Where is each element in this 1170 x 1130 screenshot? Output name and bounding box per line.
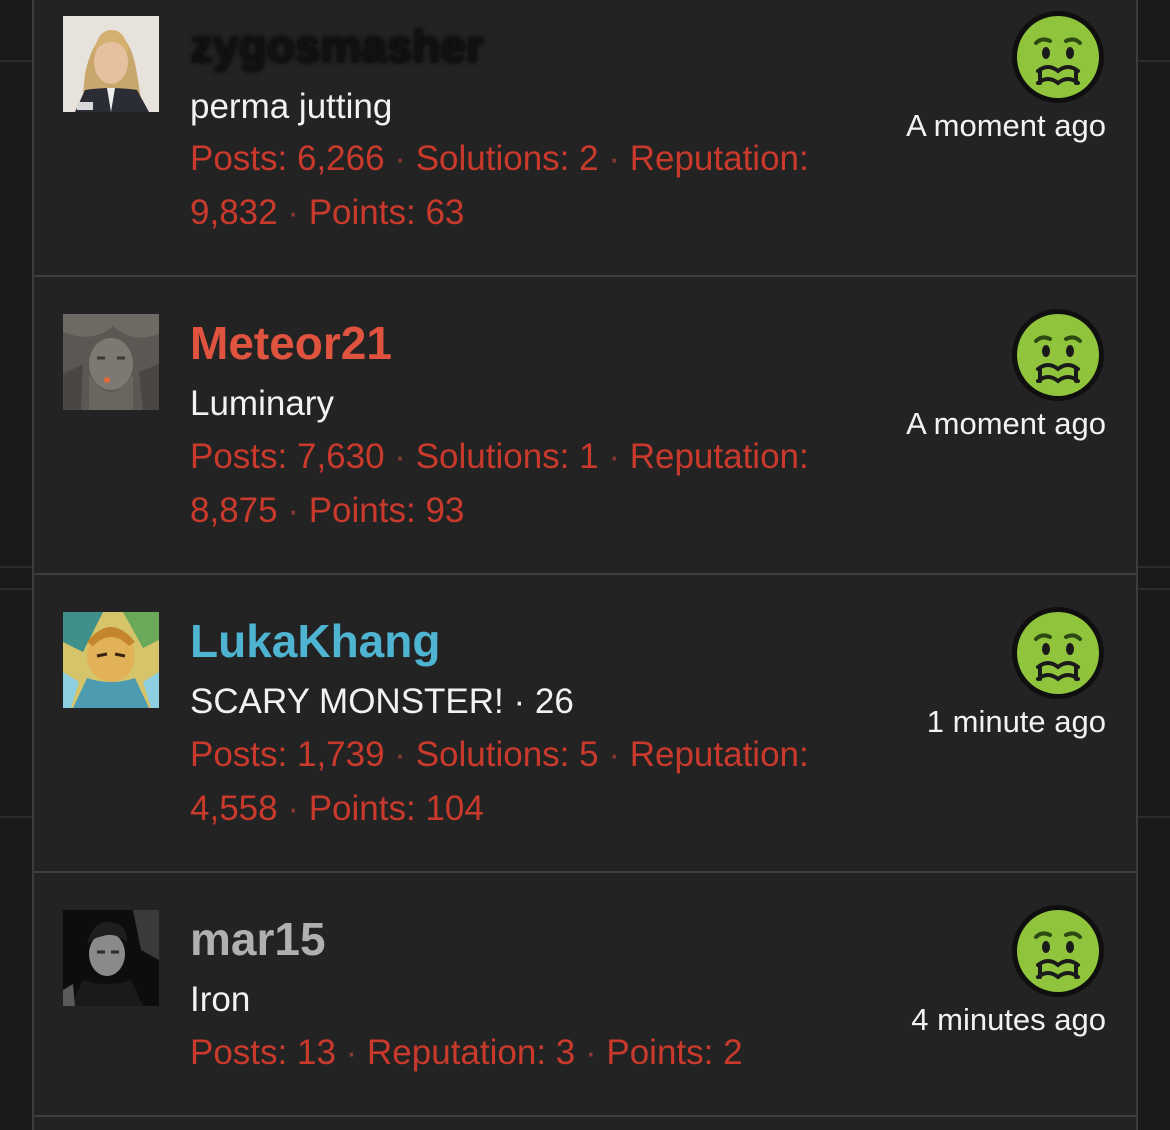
username[interactable]: mar15 (190, 913, 326, 965)
background-divider (0, 588, 32, 590)
stat-label: Posts: (190, 139, 297, 178)
stat-label: Solutions: (415, 437, 580, 476)
username[interactable]: zygosmasher (190, 20, 484, 72)
separator: · (335, 1033, 368, 1072)
separator: · (598, 735, 630, 774)
avatar[interactable] (63, 16, 159, 112)
timestamp: A moment ago (906, 108, 1106, 143)
list-item[interactable]: Meteor21 Luminary Posts: 7,630 · Solutio… (34, 275, 1136, 575)
stats-line-1: Posts: 7,630 · Solutions: 1 · Reputation… (190, 430, 890, 484)
stat-value: 3 (555, 1033, 576, 1072)
stat-value: 2 (723, 1033, 743, 1072)
page: zygosmasher perma jutting Posts: 6,266 ·… (0, 0, 1170, 1130)
stat-value: 4,558 (190, 789, 278, 828)
stat-value: 9,832 (190, 193, 278, 232)
stat-label: Points: (308, 193, 426, 232)
user-rank: Iron (190, 980, 251, 1019)
background-divider (1138, 60, 1170, 62)
stat-label: Points: (308, 491, 426, 530)
stat-label: Reputation: (367, 1033, 556, 1072)
timestamp: 1 minute ago (926, 704, 1106, 739)
stats-line-2: 8,875 · Points: 93 (190, 484, 890, 538)
stat-label: Points: (308, 789, 426, 828)
nauseated-face-icon (1010, 9, 1106, 105)
avatar[interactable] (63, 612, 159, 708)
separator: · (277, 491, 309, 530)
avatar[interactable] (63, 314, 159, 410)
separator: · (598, 437, 630, 476)
stat-value: 5 (579, 735, 599, 774)
user-stats: Posts: 7,630 · Solutions: 1 · Reputation… (190, 430, 890, 538)
timestamp: 4 minutes ago (911, 1002, 1106, 1037)
stats-line-1: Posts: 1,739 · Solutions: 5 · Reputation… (190, 728, 890, 782)
user-rank: Luminary (190, 384, 334, 423)
stat-label: Posts: (190, 437, 297, 476)
separator: · (384, 735, 416, 774)
separator: · (598, 139, 630, 178)
separator: · (277, 193, 309, 232)
username[interactable]: Meteor21 (190, 317, 392, 369)
stat-value: 104 (425, 789, 484, 828)
stats-line-2: 9,832 · Points: 63 (190, 186, 890, 240)
background-divider (1138, 588, 1170, 590)
stat-label: Posts: (190, 735, 297, 774)
separator: · (384, 139, 416, 178)
nauseated-face-icon (1010, 307, 1106, 403)
stat-value: 8,875 (190, 491, 278, 530)
separator: · (575, 1033, 607, 1072)
separator: · (384, 437, 416, 476)
separator: · (277, 789, 309, 828)
stat-value: 1 (579, 437, 599, 476)
list-item[interactable]: LukaKhang SCARY MONSTER! · 26 Posts: 1,7… (34, 573, 1136, 873)
user-stats: Posts: 1,739 · Solutions: 5 · Reputation… (190, 728, 890, 836)
background-divider (1138, 566, 1170, 568)
stat-value: 6,266 (296, 139, 385, 178)
stats-line-1: Posts: 6,266 · Solutions: 2 · Reputation… (190, 132, 890, 186)
username[interactable]: LukaKhang (190, 615, 440, 667)
user-stats: Posts: 6,266 · Solutions: 2 · Reputation… (190, 132, 890, 240)
background-divider (1138, 816, 1170, 818)
user-stats: Posts: 13 · Reputation: 3 · Points: 2 (190, 1026, 890, 1080)
nauseated-face-icon (1010, 605, 1106, 701)
stat-label: Reputation: (629, 139, 809, 178)
stat-label: Solutions: (415, 139, 580, 178)
list-item[interactable]: zygosmasher perma jutting Posts: 6,266 ·… (34, 0, 1136, 277)
background-divider (0, 60, 32, 62)
timestamp: A moment ago (906, 406, 1106, 441)
stat-value: 13 (296, 1033, 336, 1072)
stats-line-1: Posts: 13 · Reputation: 3 · Points: 2 (190, 1026, 890, 1080)
user-rank: perma jutting (190, 87, 393, 126)
stat-label: Reputation: (629, 735, 809, 774)
stat-label: Solutions: (415, 735, 580, 774)
stat-value: 7,630 (296, 437, 385, 476)
user-rank: SCARY MONSTER! · 26 (190, 682, 574, 721)
reactions-list: zygosmasher perma jutting Posts: 6,266 ·… (32, 0, 1138, 1130)
stat-label: Reputation: (629, 437, 809, 476)
stat-value: 93 (425, 491, 465, 530)
stat-label: Points: (606, 1033, 724, 1072)
background-divider (0, 816, 32, 818)
nauseated-face-icon (1010, 903, 1106, 999)
background-divider (0, 566, 32, 568)
avatar[interactable] (63, 910, 159, 1006)
stats-line-2: 4,558 · Points: 104 (190, 782, 890, 836)
stat-label: Posts: (190, 1033, 297, 1072)
stat-value: 1,739 (296, 735, 385, 774)
stat-value: 2 (579, 139, 599, 178)
stat-value: 63 (425, 193, 465, 232)
list-item[interactable]: mar15 Iron Posts: 13 · Reputation: 3 · P… (34, 871, 1136, 1117)
